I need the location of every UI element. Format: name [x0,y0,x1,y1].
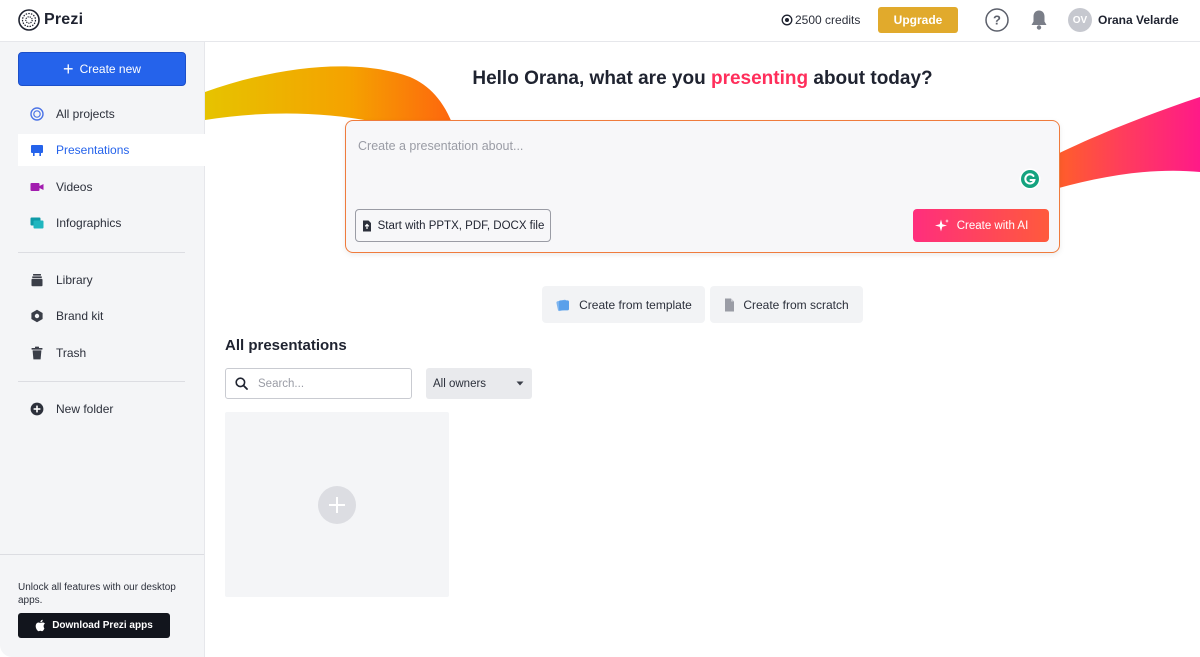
create-with-ai-label: Create with AI [956,219,1029,232]
search-icon [235,377,248,390]
sidebar: + Create new All projects Presentations … [0,42,205,657]
sidebar-item-label: All projects [56,107,115,121]
sidebar-item-label: Infographics [56,216,122,230]
user-name: Orana Velarde [1098,13,1179,27]
greeting-heading: Hello Orana, what are you presenting abo… [205,68,1200,90]
infographic-icon [30,216,44,230]
credits-indicator[interactable]: 2500 credits [781,13,860,27]
main-content: Hello Orana, what are you presenting abo… [205,42,1200,657]
sidebar-item-label: Presentations [56,143,130,157]
top-bar: Prezi 2500 credits Upgrade ? OV Orana Ve… [0,0,1200,42]
file-upload-icon [362,220,371,231]
credits-text: 2500 credits [795,13,861,27]
video-icon [30,180,44,194]
add-folder-icon [30,402,44,416]
app-window: Prezi 2500 credits Upgrade ? OV Orana Ve… [0,0,1200,657]
create-from-scratch-label: Create from scratch [743,297,849,312]
app-name: Prezi [44,11,84,28]
sidebar-item-label: Videos [56,180,93,194]
presentation-icon [30,143,44,157]
grammarly-icon[interactable] [1019,168,1041,190]
prezi-logo-icon [18,9,40,31]
sidebar-item-videos[interactable]: Videos [18,171,205,203]
create-from-scratch-button[interactable]: Create from scratch [710,286,863,323]
trash-icon [30,346,44,360]
greeting-text: Hello Orana, what are you [472,68,711,89]
user-menu[interactable]: OV Orana Velarde [1068,8,1179,32]
create-with-ai-button[interactable]: Create with AI [913,209,1049,242]
owners-filter-dropdown[interactable]: All owners [426,368,532,399]
template-icon [556,299,570,311]
library-icon [30,273,44,287]
apple-icon [35,619,46,632]
sidebar-item-label: Library [56,273,93,287]
upgrade-button[interactable]: Upgrade [878,7,958,33]
svg-text:?: ? [993,13,1001,28]
sidebar-item-new-folder[interactable]: New folder [18,393,205,425]
sidebar-item-brand-kit[interactable]: Brand kit [18,300,205,332]
help-icon[interactable]: ? [985,8,1009,32]
blank-page-icon [725,298,735,311]
search-box [225,368,412,399]
create-from-template-label: Create from template [579,297,692,312]
prezi-logo[interactable]: Prezi [18,9,83,31]
new-presentation-tile[interactable] [225,412,449,597]
caret-down-icon [516,381,524,386]
sidebar-item-label: Brand kit [56,309,104,323]
promo-text: Unlock all features with our desktop app… [18,582,176,606]
plus-icon [329,496,345,513]
owners-filter-value: All owners [433,377,487,390]
projects-icon [30,107,44,121]
greeting-highlight: presenting [710,68,809,89]
download-apps-button[interactable]: Download Prezi apps [18,613,170,638]
sidebar-item-presentations[interactable]: Presentations [18,134,205,166]
credits-icon [781,14,793,26]
sidebar-item-all-projects[interactable]: All projects [18,98,205,130]
desktop-apps-promo: Unlock all features with our desktop app… [0,554,204,657]
create-from-template-button[interactable]: Create from template [542,286,705,323]
search-input[interactable] [258,377,398,390]
avatar: OV [1068,8,1092,32]
sidebar-item-label: New folder [56,402,114,416]
greeting-text-end: about today? [808,68,933,89]
presentation-topic-input[interactable] [358,139,958,153]
upload-file-label: Start with PPTX, PDF, DOCX file [377,219,545,232]
add-circle [318,485,356,524]
upload-file-button[interactable]: Start with PPTX, PDF, DOCX file [355,209,551,242]
sidebar-item-label: Trash [56,346,87,360]
download-apps-label: Download Prezi apps [52,620,153,631]
sidebar-item-infographics[interactable]: Infographics [18,207,205,239]
ai-prompt-card: Start with PPTX, PDF, DOCX file Create w… [345,120,1060,253]
sidebar-divider [18,381,185,382]
bell-icon[interactable] [1030,9,1048,31]
create-new-label: Create new [79,62,141,76]
sidebar-item-library[interactable]: Library [18,264,205,296]
plus-icon: + [63,59,74,79]
sidebar-item-trash[interactable]: Trash [18,337,205,369]
section-title: All presentations [225,337,347,354]
create-new-button[interactable]: + Create new [18,52,186,86]
sidebar-divider [18,252,185,253]
sparkle-icon [934,218,949,231]
brand-kit-icon [30,309,44,323]
